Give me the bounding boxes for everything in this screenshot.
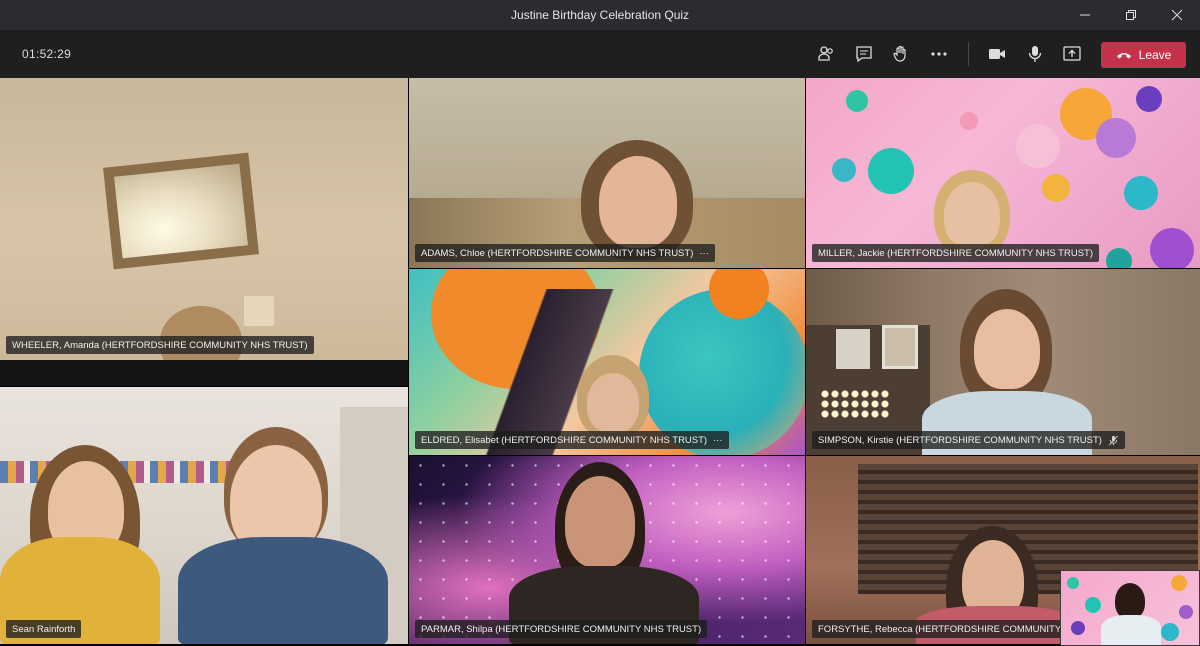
microphone-icon	[1028, 46, 1042, 62]
more-options-icon[interactable]: ···	[713, 435, 723, 446]
participant-name: MILLER, Jackie (HERTFORDSHIRE COMMUNITY …	[818, 247, 1093, 259]
more-options-icon	[931, 52, 947, 56]
title-bar: Justine Birthday Celebration Quiz	[0, 0, 1200, 30]
participant-face	[599, 156, 677, 248]
chat-icon	[856, 46, 872, 63]
participant-name: PARMAR, Shilpa (HERTFORDSHIRE COMMUNITY …	[421, 623, 702, 635]
hang-up-icon	[1116, 53, 1131, 59]
close-icon	[1171, 9, 1183, 21]
leave-button[interactable]: Leave	[1101, 42, 1186, 68]
participant-face	[1115, 583, 1145, 619]
participant-body	[178, 537, 388, 644]
participant-name: WHEELER, Amanda (HERTFORDSHIRE COMMUNITY…	[12, 339, 308, 351]
participant-name-tag: SIMPSON, Kirstie (HERTFORDSHIRE COMMUNIT…	[812, 431, 1125, 449]
tile-gap	[0, 360, 408, 386]
window-title: Justine Birthday Celebration Quiz	[510, 8, 690, 22]
video-tile-eldred[interactable]: ELDRED, Elisabet (HERTFORDSHIRE COMMUNIT…	[409, 269, 805, 455]
participant-name: ADAMS, Chloe (HERTFORDSHIRE COMMUNITY NH…	[421, 247, 694, 259]
participants-button[interactable]	[814, 42, 838, 66]
close-button[interactable]	[1154, 0, 1200, 30]
more-options-icon[interactable]: ···	[699, 248, 709, 259]
leave-label: Leave	[1138, 48, 1172, 62]
camera-button[interactable]	[985, 42, 1009, 66]
participant-name-tag: MILLER, Jackie (HERTFORDSHIRE COMMUNITY …	[812, 244, 1099, 262]
minimize-icon	[1080, 14, 1090, 16]
video-tile-simpson[interactable]: SIMPSON, Kirstie (HERTFORDSHIRE COMMUNIT…	[806, 269, 1200, 455]
participant-face	[944, 182, 1000, 248]
video-tile-miller[interactable]: MILLER, Jackie (HERTFORDSHIRE COMMUNITY …	[806, 78, 1200, 268]
participant-face	[974, 309, 1040, 389]
participant-face	[565, 476, 635, 568]
more-options-button[interactable]	[927, 42, 951, 66]
minimize-button[interactable]	[1062, 0, 1108, 30]
meeting-timer: 01:52:29	[22, 47, 72, 61]
self-view-video[interactable]	[1060, 570, 1200, 646]
chat-button[interactable]	[852, 42, 876, 66]
meeting-toolbar: 01:52:29 Leave	[0, 30, 1200, 78]
toolbar-divider	[968, 42, 969, 66]
camera-icon	[989, 49, 1005, 59]
video-tile-parmar[interactable]: PARMAR, Shilpa (HERTFORDSHIRE COMMUNITY …	[409, 456, 805, 644]
restore-button[interactable]	[1108, 0, 1154, 30]
microphone-icon	[1109, 435, 1118, 445]
window-controls	[1062, 0, 1200, 30]
participant-name-tag: ADAMS, Chloe (HERTFORDSHIRE COMMUNITY NH…	[415, 244, 715, 262]
wall-mirror	[103, 152, 259, 270]
share-screen-button[interactable]	[1060, 42, 1084, 66]
participant-name-tag: Sean Rainforth	[6, 620, 82, 638]
participant-name-tag: PARMAR, Shilpa (HERTFORDSHIRE COMMUNITY …	[415, 620, 708, 638]
participant-face	[587, 373, 639, 433]
restore-icon	[1126, 10, 1136, 20]
light-switch	[244, 296, 274, 326]
video-tile-wheeler[interactable]: WHEELER, Amanda (HERTFORDSHIRE COMMUNITY…	[0, 78, 408, 360]
participant-name: SIMPSON, Kirstie (HERTFORDSHIRE COMMUNIT…	[818, 434, 1102, 446]
microphone-button[interactable]	[1023, 42, 1047, 66]
participant-name: ELDRED, Elisabet (HERTFORDSHIRE COMMUNIT…	[421, 434, 708, 446]
video-tile-rainforth[interactable]: Sean Rainforth	[0, 387, 408, 644]
participant-name: Sean Rainforth	[12, 623, 76, 635]
participants-icon	[818, 46, 833, 61]
raise-hand-icon	[893, 45, 906, 62]
participant-body	[1101, 615, 1161, 645]
participant-name-tag: ELDRED, Elisabet (HERTFORDSHIRE COMMUNIT…	[415, 431, 729, 449]
raise-hand-button[interactable]	[889, 42, 913, 66]
video-tile-adams[interactable]: ADAMS, Chloe (HERTFORDSHIRE COMMUNITY NH…	[409, 78, 805, 268]
participant-name-tag: WHEELER, Amanda (HERTFORDSHIRE COMMUNITY…	[6, 336, 314, 354]
share-screen-icon	[1063, 46, 1081, 61]
